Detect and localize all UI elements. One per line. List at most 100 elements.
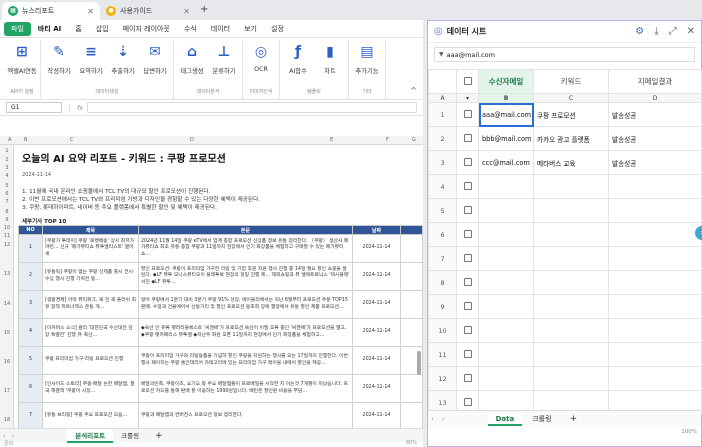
grid-row[interactable]: 2 bbb@mail.com 카카오 광고 플랫폼 발송성공: [428, 126, 702, 151]
grid-row[interactable]: 1 aaa@mail.com 쿠팡 프로모션 발송성공: [428, 102, 702, 127]
menu-7[interactable]: 보기: [237, 22, 264, 36]
grid-row[interactable]: 12: [428, 366, 702, 391]
grid-row[interactable]: 10: [428, 318, 702, 343]
table-row[interactable]: 3 [생활경제] 아마 뷰티위크, 쿡 전 쿡 플러쉬 최유 정책 파트너엑스 운…: [18, 290, 423, 319]
grid-row[interactable]: 7: [428, 246, 702, 271]
col-letter[interactable]: C: [533, 93, 609, 103]
row-checkbox[interactable]: [456, 150, 479, 175]
cell-result[interactable]: [608, 342, 702, 367]
menu-4[interactable]: 페이지 레이아웃: [116, 22, 177, 36]
more-icon[interactable]: ⋮: [66, 104, 73, 112]
cell-result[interactable]: [608, 294, 702, 319]
row-number[interactable]: 7: [0, 199, 14, 205]
column-letter[interactable]: F: [386, 137, 389, 143]
grid-row[interactable]: 6: [428, 222, 702, 247]
table-row[interactable]: 1 [쿠팡가 투데이] 쿠팡 '로켓배송' 상시 최저가 마련… 신규 '메가뷰티…: [18, 234, 423, 263]
table-row[interactable]: 7 [유통 브리핑] 쿠팡 주요 프로모션 모음… 쿠팡과 배달앱과 컨버전스 프로…: [18, 402, 423, 428]
cell-result[interactable]: [608, 366, 702, 391]
close-icon[interactable]: ✕: [87, 7, 94, 16]
menu-5[interactable]: 수식: [177, 22, 204, 36]
next-sheet-icon[interactable]: ›: [9, 432, 18, 440]
menu-3[interactable]: 삽입: [89, 22, 116, 36]
cell-email[interactable]: [478, 198, 534, 223]
ribbon-button-excel-ai[interactable]: ⊞ 엑셀AI연동: [7, 40, 37, 85]
vertical-scrollbar[interactable]: [417, 351, 421, 375]
cell-keyword[interactable]: [533, 198, 609, 223]
cell-result[interactable]: [608, 270, 702, 295]
cell-keyword[interactable]: [533, 294, 609, 319]
close-icon[interactable]: ✕: [183, 7, 190, 16]
cell-result[interactable]: [608, 246, 702, 271]
menu-8[interactable]: 설정: [264, 22, 291, 36]
add-sheet-button[interactable]: +: [562, 412, 586, 426]
row-checkbox[interactable]: [456, 366, 479, 391]
row-number[interactable]: 9: [0, 217, 14, 223]
close-icon[interactable]: ✕: [687, 26, 695, 37]
column-letter[interactable]: E: [330, 137, 333, 143]
grid-row[interactable]: 11: [428, 342, 702, 367]
name-box[interactable]: G1: [6, 102, 62, 113]
cell-email[interactable]: [478, 318, 534, 343]
row-checkbox[interactable]: [456, 126, 479, 151]
ribbon-button-etc[interactable]: ▤ 추가기능: [352, 40, 382, 85]
cell-keyword[interactable]: [533, 270, 609, 295]
row-checkbox[interactable]: [456, 102, 479, 127]
column-letter[interactable]: B: [24, 137, 27, 143]
table-row[interactable]: 4 [이커머스 소식] 컬리 '대한민국 수산대전 김장 특별전' 진행 外 축산…: [18, 318, 423, 347]
cell-keyword[interactable]: [533, 366, 609, 391]
prev-sheet-icon[interactable]: ‹: [428, 415, 437, 423]
cell-email[interactable]: [478, 174, 534, 199]
sheet-tab-report[interactable]: 분석리포트: [67, 428, 114, 443]
menu-0[interactable]: 파일: [4, 21, 31, 36]
menu-2[interactable]: 홈: [68, 22, 88, 36]
ribbon-button-summarize[interactable]: ≡ 요약하기: [76, 40, 106, 85]
row-number[interactable]: 12: [0, 242, 14, 248]
cell-result[interactable]: 발송성공: [608, 102, 702, 127]
row-number[interactable]: 3: [0, 165, 14, 171]
menu-6[interactable]: 데이터: [204, 22, 237, 36]
sheet-area[interactable]: ABCDEFG 1 2 3 4 5 6 7 8 9 10 11 12 13 14 15 16 17 18 오늘의 …: [0, 136, 423, 428]
row-number[interactable]: 16: [0, 359, 14, 365]
row-number[interactable]: 13: [0, 271, 14, 277]
row-checkbox[interactable]: [456, 198, 479, 223]
row-number[interactable]: 14: [0, 301, 14, 307]
ribbon-button-tag[interactable]: ⌂ 태그생성: [177, 40, 207, 85]
cell-result[interactable]: [608, 198, 702, 223]
gear-icon[interactable]: ⚙: [635, 26, 644, 37]
table-row[interactable]: 6 [인사이드 스토리] 쿠팡·배달 논란 배달앱, 결국 해결책 '쿠팡이 시장…: [18, 374, 423, 403]
row-number[interactable]: 6: [0, 191, 14, 197]
grid-row[interactable]: 3 ccc@mail.com 메타버스 교육 발송성공: [428, 150, 702, 175]
cell-email[interactable]: [478, 342, 534, 367]
table-row[interactable]: 2 [유통픽] 쿠팡이 없는 쿠팡 신제품 출시 전시·수상 행사 진행 기획전 …: [18, 262, 423, 291]
row-number[interactable]: 18: [0, 417, 14, 423]
cell-keyword[interactable]: 카카오 광고 플랫폼: [533, 126, 609, 151]
row-number[interactable]: 11: [0, 233, 14, 239]
cell-email[interactable]: aaa@mail.com: [478, 102, 534, 127]
expand-icon[interactable]: ⤢: [669, 26, 677, 37]
collapse-ribbon-icon[interactable]: ^: [410, 86, 417, 95]
cell-keyword[interactable]: [533, 342, 609, 367]
cell-email[interactable]: bbb@mail.com: [478, 126, 534, 151]
row-number[interactable]: 1: [0, 148, 14, 154]
grid-row[interactable]: 8: [428, 270, 702, 295]
row-checkbox[interactable]: [456, 270, 479, 295]
ribbon-button-extract[interactable]: ⇣ 추출하기: [108, 40, 138, 85]
cell-result[interactable]: [608, 174, 702, 199]
ribbon-button-classify[interactable]: ⊥ 분류하기: [209, 40, 239, 85]
new-tab-button[interactable]: +: [200, 4, 208, 15]
column-letter[interactable]: D: [190, 137, 194, 143]
row-checkbox[interactable]: [456, 342, 479, 367]
col-letter[interactable]: D: [608, 93, 702, 103]
row-number[interactable]: 4: [0, 173, 14, 179]
next-sheet-icon[interactable]: ›: [439, 415, 448, 423]
formula-input[interactable]: [87, 102, 417, 113]
panel-toggle-arrow-icon[interactable]: ›: [695, 226, 702, 240]
row-number[interactable]: 10: [0, 225, 14, 231]
cell-email[interactable]: [478, 246, 534, 271]
panel-zoom[interactable]: 100%: [681, 429, 697, 435]
ribbon-button-answer[interactable]: ✉ 답변하기: [140, 40, 170, 85]
cell-result[interactable]: 발송성공: [608, 126, 702, 151]
grid-row[interactable]: 4: [428, 174, 702, 199]
row-number[interactable]: 8: [0, 209, 14, 215]
fx-icon[interactable]: fx: [77, 104, 83, 112]
